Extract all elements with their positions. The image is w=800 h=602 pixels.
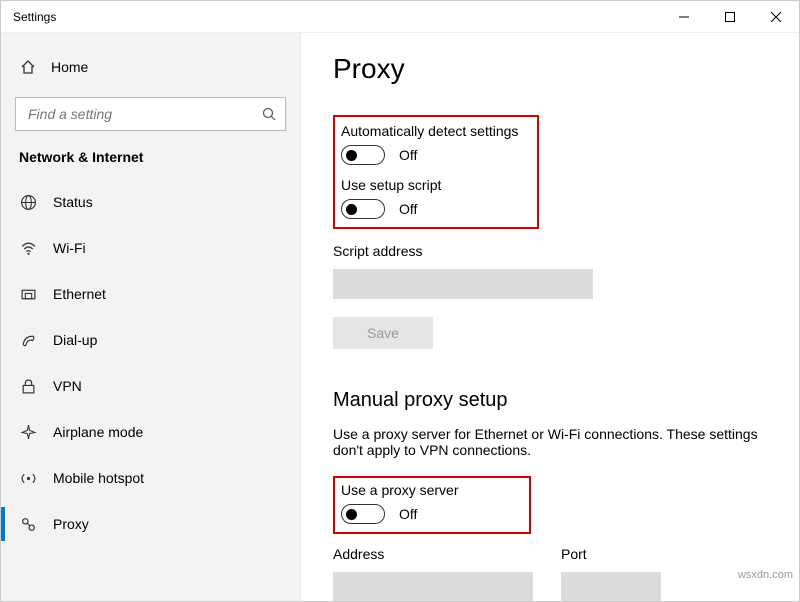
sidebar-item-status[interactable]: Status	[1, 179, 300, 225]
use-proxy-label: Use a proxy server	[341, 482, 521, 498]
auto-detect-state: Off	[399, 147, 417, 163]
sidebar-item-label: Ethernet	[53, 286, 106, 302]
script-address-label: Script address	[333, 243, 771, 259]
address-label: Address	[333, 546, 533, 562]
globe-icon	[19, 194, 37, 211]
wifi-icon	[19, 240, 37, 257]
sidebar-item-airplane[interactable]: Airplane mode	[1, 409, 300, 455]
main-content: Proxy Automatically detect settings Off …	[301, 33, 799, 601]
sidebar-item-proxy[interactable]: Proxy	[1, 501, 300, 547]
setup-script-label: Use setup script	[341, 177, 527, 193]
port-label: Port	[561, 546, 661, 562]
sidebar-item-hotspot[interactable]: Mobile hotspot	[1, 455, 300, 501]
window-title: Settings	[13, 10, 56, 24]
sidebar-item-label: Mobile hotspot	[53, 470, 144, 486]
sidebar-item-label: Status	[53, 194, 93, 210]
sidebar-item-wifi[interactable]: Wi-Fi	[1, 225, 300, 271]
hotspot-icon	[19, 470, 37, 487]
sidebar-item-label: Airplane mode	[53, 424, 143, 440]
sidebar-item-dialup[interactable]: Dial-up	[1, 317, 300, 363]
highlight-use-proxy: Use a proxy server Off	[333, 476, 531, 534]
sidebar-item-label: Proxy	[53, 516, 89, 532]
page-title: Proxy	[333, 53, 771, 85]
use-proxy-toggle[interactable]	[341, 504, 385, 524]
maximize-button[interactable]	[707, 1, 753, 33]
setup-script-state: Off	[399, 201, 417, 217]
home-button[interactable]: Home	[1, 47, 300, 87]
home-icon	[19, 59, 37, 75]
auto-detect-toggle[interactable]	[341, 145, 385, 165]
minimize-icon	[679, 12, 689, 22]
dialup-icon	[19, 332, 37, 349]
search-input[interactable]	[26, 105, 261, 123]
address-input[interactable]	[333, 572, 533, 601]
sidebar: Home Network & Internet Status Wi-Fi E	[1, 33, 301, 601]
airplane-icon	[19, 424, 37, 441]
script-address-input[interactable]	[333, 269, 593, 299]
close-button[interactable]	[753, 1, 799, 33]
search-icon	[261, 106, 277, 122]
auto-detect-label: Automatically detect settings	[341, 123, 527, 139]
sidebar-item-ethernet[interactable]: Ethernet	[1, 271, 300, 317]
save-button[interactable]: Save	[333, 317, 433, 349]
port-input[interactable]	[561, 572, 661, 601]
sidebar-item-vpn[interactable]: VPN	[1, 363, 300, 409]
home-label: Home	[51, 59, 88, 75]
close-icon	[771, 12, 781, 22]
title-bar: Settings	[1, 1, 799, 33]
maximize-icon	[725, 12, 735, 22]
sidebar-item-label: Wi-Fi	[53, 240, 86, 256]
sidebar-item-label: VPN	[53, 378, 82, 394]
manual-heading: Manual proxy setup	[333, 389, 771, 412]
minimize-button[interactable]	[661, 1, 707, 33]
use-proxy-state: Off	[399, 506, 417, 522]
sidebar-item-label: Dial-up	[53, 332, 97, 348]
search-box[interactable]	[15, 97, 286, 131]
manual-description: Use a proxy server for Ethernet or Wi-Fi…	[333, 426, 763, 458]
setup-script-toggle[interactable]	[341, 199, 385, 219]
highlight-auto-setup: Automatically detect settings Off Use se…	[333, 115, 539, 229]
sidebar-section-title: Network & Internet	[1, 143, 300, 179]
proxy-icon	[19, 516, 37, 533]
ethernet-icon	[19, 286, 37, 303]
vpn-icon	[19, 378, 37, 395]
watermark: wsxdn.com	[738, 569, 793, 581]
